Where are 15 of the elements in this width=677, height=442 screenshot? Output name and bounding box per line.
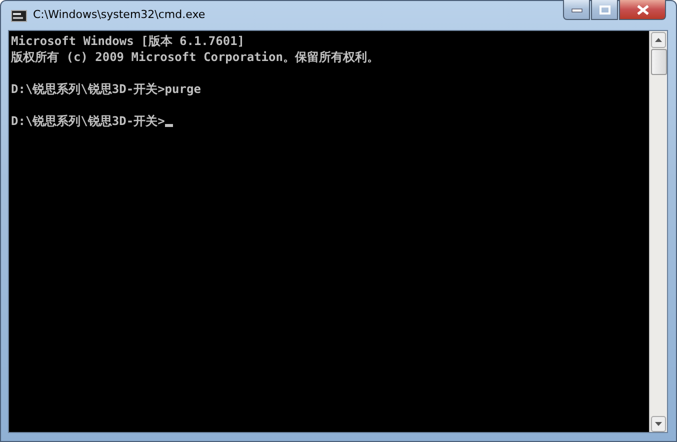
scroll-bar[interactable]: [649, 31, 667, 432]
console-line: D:\锐思系列\锐思3D-开关>: [11, 113, 165, 129]
close-button[interactable]: [619, 0, 666, 20]
minimize-button[interactable]: [563, 0, 590, 20]
close-icon: [636, 4, 650, 14]
console-icon: [11, 10, 27, 22]
console-line: D:\锐思系列\锐思3D-开关>purge: [11, 81, 201, 97]
minimize-icon: [570, 6, 582, 12]
maximize-button[interactable]: [591, 0, 618, 20]
scroll-thumb[interactable]: [650, 49, 666, 75]
console-line: 版权所有 (c) 2009 Microsoft Corporation。保留所有权利。: [11, 49, 379, 65]
maximize-icon: [598, 4, 610, 14]
window-title: C:\Windows\system32\cmd.exe: [33, 8, 206, 21]
console-area[interactable]: Microsoft Windows [版本 6.1.7601] 版权所有 (c) 2009 Microsoft Corporation。保留所有权利。 D:\锐思系列\锐思3D-开关>purge D:\锐思系列\锐思3D-开关>: [9, 31, 649, 432]
console-line: Microsoft Windows [版本 6.1.7601]: [11, 33, 245, 49]
